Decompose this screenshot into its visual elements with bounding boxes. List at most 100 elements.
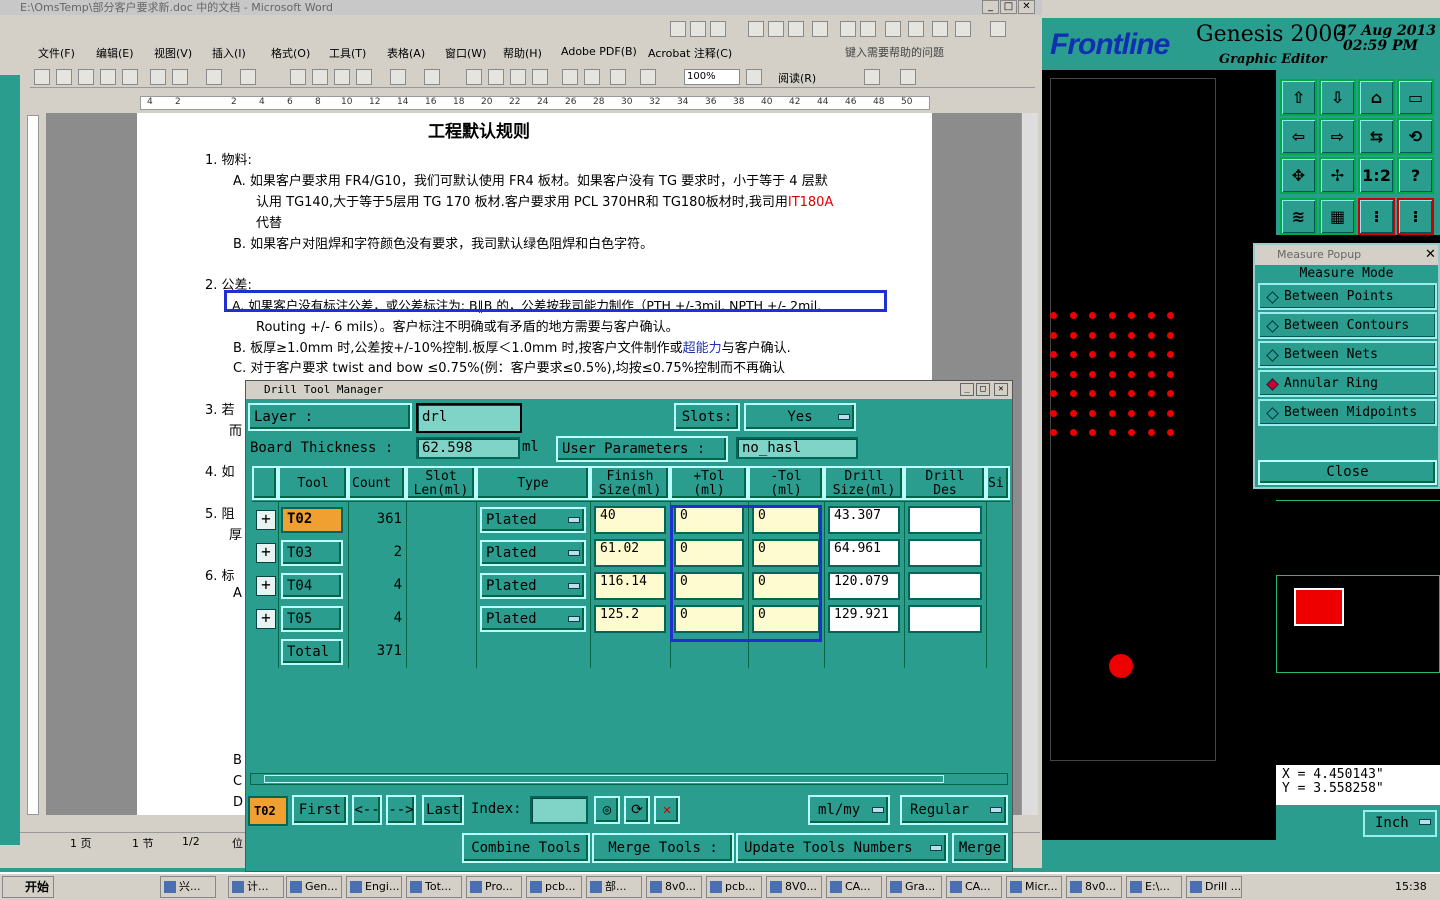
- pad-rectangle[interactable]: [1294, 588, 1344, 626]
- measure-between-points[interactable]: Between Points: [1258, 283, 1437, 310]
- menu-window[interactable]: 窗口(W): [445, 45, 486, 61]
- new-icon[interactable]: [34, 69, 50, 85]
- finish-size-input[interactable]: 40: [594, 506, 666, 534]
- taskbar-item[interactable]: 计...: [228, 876, 284, 898]
- reading-mode-button[interactable]: 阅读(R): [778, 70, 816, 86]
- table-icon[interactable]: [860, 21, 876, 37]
- user-parameters-input[interactable]: no_hasl: [736, 437, 858, 459]
- drill-hole[interactable]: [1109, 654, 1133, 678]
- hyperlink-icon[interactable]: [466, 69, 482, 85]
- measure-between-nets[interactable]: Between Nets: [1258, 341, 1437, 368]
- taskbar-item[interactable]: Gen...: [286, 876, 342, 898]
- update-tools-select[interactable]: Update Tools Numbers: [736, 833, 948, 863]
- drill-size-input[interactable]: 64.961: [828, 539, 900, 567]
- maximize-button[interactable]: □: [976, 383, 990, 396]
- cycle-icon[interactable]: ⟲: [1397, 118, 1434, 155]
- align-icon[interactable]: [908, 21, 924, 37]
- undo-icon[interactable]: [390, 69, 406, 85]
- type-select[interactable]: Plated: [480, 606, 586, 632]
- excel-icon[interactable]: [532, 69, 548, 85]
- taskbar-item[interactable]: 8V0...: [766, 876, 822, 898]
- cut-icon[interactable]: [290, 69, 306, 85]
- tools-icon[interactable]: [990, 21, 1006, 37]
- board-thickness-input[interactable]: 62.598: [416, 437, 520, 459]
- last-button[interactable]: Last: [422, 795, 464, 825]
- font-a-icon[interactable]: [932, 21, 948, 37]
- drawing-icon[interactable]: [584, 69, 600, 85]
- zoom-home-icon[interactable]: ⇧: [1280, 79, 1317, 116]
- taskbar-item[interactable]: pcb...: [706, 876, 762, 898]
- menu-file[interactable]: 文件(F): [38, 45, 75, 61]
- drill-des-input[interactable]: [908, 572, 982, 600]
- checkbox-icon[interactable]: [748, 21, 764, 37]
- toolbar-icon[interactable]: [690, 21, 706, 37]
- next-button[interactable]: -->: [386, 795, 416, 825]
- taskbar-item[interactable]: Drill ...: [1186, 876, 1242, 898]
- taskbar-item[interactable]: Tot...: [406, 876, 462, 898]
- home-icon[interactable]: ⌂: [1358, 79, 1395, 116]
- paste-icon[interactable]: [334, 69, 350, 85]
- taskbar-item[interactable]: 部...: [586, 876, 642, 898]
- close-button[interactable]: ✕: [1018, 0, 1035, 14]
- minimize-button[interactable]: _: [982, 0, 999, 14]
- taskbar-item[interactable]: CA...: [946, 876, 1002, 898]
- drill-des-input[interactable]: [908, 539, 982, 567]
- permission-icon[interactable]: [100, 69, 116, 85]
- type-select[interactable]: Plated: [480, 507, 586, 533]
- tool-button[interactable]: T04: [281, 573, 343, 599]
- expand-icon[interactable]: +: [256, 543, 276, 563]
- layer-input[interactable]: drl: [416, 403, 522, 433]
- finish-size-input[interactable]: 61.02: [594, 539, 666, 567]
- picture-icon[interactable]: [955, 21, 971, 37]
- combine-tools-button[interactable]: Combine Tools: [462, 833, 590, 863]
- merge-button[interactable]: Merge: [952, 833, 1008, 863]
- expand-icon[interactable]: +: [256, 510, 276, 530]
- redo-icon[interactable]: [424, 69, 440, 85]
- tables-borders-icon[interactable]: [488, 69, 504, 85]
- measure-annular-ring[interactable]: Annular Ring: [1258, 370, 1437, 397]
- snap-alt-icon[interactable]: ⁝: [1397, 198, 1434, 235]
- tool-button[interactable]: T05: [281, 606, 343, 632]
- menu-tools[interactable]: 工具(T): [329, 45, 366, 61]
- pan-right-icon[interactable]: ⇨: [1319, 118, 1356, 155]
- type-select[interactable]: Plated: [480, 540, 586, 566]
- type-select[interactable]: Plated: [480, 573, 586, 599]
- start-button[interactable]: 开始: [2, 876, 54, 898]
- tool-button[interactable]: T02: [281, 507, 343, 533]
- taskbar-item[interactable]: Pro...: [466, 876, 522, 898]
- document-scrollbar[interactable]: [1021, 113, 1038, 815]
- close-button[interactable]: ✕: [994, 383, 1008, 396]
- zoom-fit-icon[interactable]: ✥: [1280, 157, 1317, 194]
- drill-size-input[interactable]: 43.307: [828, 506, 900, 534]
- save-icon[interactable]: [78, 69, 94, 85]
- finish-size-input[interactable]: 116.14: [594, 572, 666, 600]
- measure-close-button[interactable]: Close: [1258, 460, 1437, 485]
- draw-icon[interactable]: [670, 21, 686, 37]
- spelling-icon[interactable]: [206, 69, 222, 85]
- index-input[interactable]: [530, 796, 588, 824]
- refresh-icon[interactable]: ⟳: [624, 796, 650, 824]
- toolbar-icon[interactable]: [710, 21, 726, 37]
- email-icon[interactable]: [122, 69, 138, 85]
- show-hide-icon[interactable]: [640, 69, 656, 85]
- zoom-in-icon[interactable]: ✢: [1319, 157, 1356, 194]
- units-select[interactable]: ml/my: [808, 795, 890, 825]
- taskbar-item[interactable]: E:\...: [1126, 876, 1182, 898]
- minimize-button[interactable]: _: [960, 383, 974, 396]
- measure-between-midpoints[interactable]: Between Midpoints: [1258, 399, 1437, 426]
- close-icon[interactable]: ✕: [1425, 247, 1436, 262]
- copy-icon[interactable]: [312, 69, 328, 85]
- font-color-icon[interactable]: [900, 69, 916, 85]
- help-question-input[interactable]: 键入需要帮助的问题: [845, 44, 1017, 60]
- finish-size-input[interactable]: 125.2: [594, 605, 666, 633]
- delete-icon[interactable]: ✕: [654, 796, 680, 824]
- insert-table-icon[interactable]: [510, 69, 526, 85]
- scrollbar-thumb[interactable]: [264, 775, 944, 783]
- expand-icon[interactable]: +: [256, 576, 276, 596]
- menu-format[interactable]: 格式(O): [271, 45, 310, 61]
- menu-insert[interactable]: 插入(I): [212, 45, 246, 61]
- taskbar-item[interactable]: 兴...: [160, 876, 216, 898]
- measure-between-contours[interactable]: Between Contours: [1258, 312, 1437, 339]
- print-icon[interactable]: [150, 69, 166, 85]
- textbox-icon[interactable]: [768, 21, 784, 37]
